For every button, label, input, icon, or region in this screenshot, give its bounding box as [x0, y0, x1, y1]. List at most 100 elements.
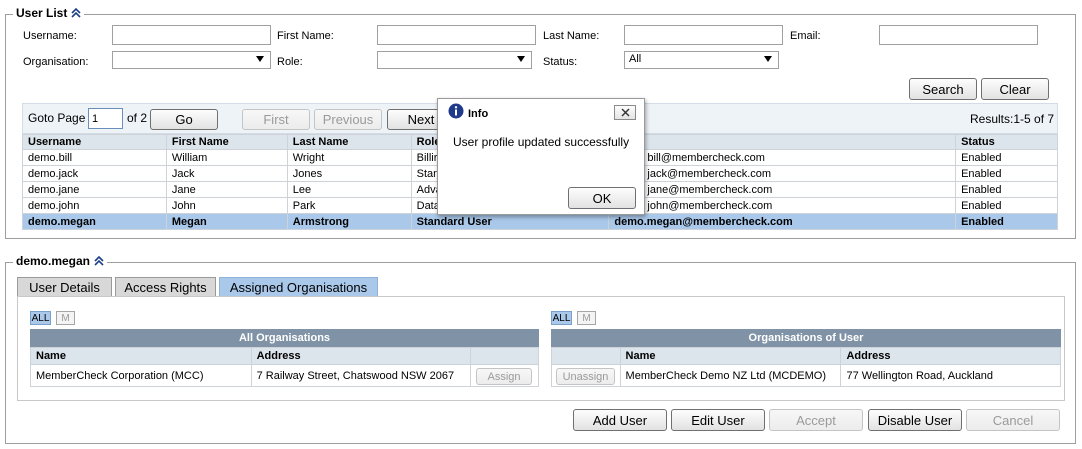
organisation-select[interactable]	[112, 51, 271, 69]
column-header-last-name[interactable]: Last Name	[286, 134, 412, 150]
email-input[interactable]	[879, 25, 1038, 45]
column-header-address[interactable]: Address	[840, 347, 1061, 365]
chevron-down-icon	[517, 56, 525, 62]
cell-org-address: 77 Wellington Road, Auckland	[840, 364, 1061, 387]
organisations-of-user-table: Name Address MemberCheck Demo NZ Ltd (MC…	[551, 347, 1061, 387]
cell-first-name: Megan	[165, 213, 288, 230]
column-header-name[interactable]: Name	[30, 347, 252, 365]
unassign-button[interactable]: Unassign	[556, 368, 615, 385]
tab-assigned-organisations[interactable]: Assigned Organisations	[219, 277, 378, 297]
first-name-label: First Name:	[277, 30, 334, 42]
table-row-selected[interactable]: demo.megan Megan Armstrong Standard User…	[22, 213, 1058, 230]
column-header-name[interactable]: Name	[619, 347, 842, 365]
select-mode-toggle[interactable]: M	[577, 311, 596, 325]
username-label: Username:	[23, 30, 77, 42]
username-input[interactable]	[112, 25, 271, 45]
column-header-username[interactable]: Username	[22, 134, 167, 150]
disable-user-button[interactable]: Disable User	[868, 409, 962, 431]
status-label: Status:	[543, 56, 578, 68]
goto-page-label: Goto Page	[28, 111, 86, 125]
info-icon	[448, 103, 464, 119]
cell-email: bill@membercheck.com	[608, 149, 957, 166]
cell-last-name: Park	[286, 197, 412, 214]
page-count-label: of 2	[127, 111, 148, 125]
info-dialog: Info User profile updated successfully O…	[437, 98, 645, 215]
page-number-input[interactable]	[88, 108, 123, 129]
go-button[interactable]: Go	[150, 109, 218, 130]
cell-role: Standard User	[410, 213, 610, 230]
cell-first-name: Jack	[165, 165, 288, 182]
accept-button[interactable]: Accept	[769, 409, 863, 431]
select-all-toggle[interactable]: ALL	[551, 311, 572, 325]
search-button[interactable]: Search	[909, 78, 977, 100]
cancel-button[interactable]: Cancel	[966, 409, 1060, 431]
collapse-icon[interactable]	[94, 256, 104, 266]
cell-username: demo.jane	[22, 181, 167, 198]
first-page-button[interactable]: First	[242, 109, 310, 130]
column-header-status[interactable]: Status	[955, 134, 1058, 150]
cell-last-name: Wright	[286, 149, 412, 166]
assign-button[interactable]: Assign	[476, 368, 532, 385]
select-mode-toggle[interactable]: M	[56, 311, 75, 325]
results-count: Results:1-5 of 7	[970, 112, 1055, 126]
column-header-address[interactable]: Address	[250, 347, 471, 365]
collapse-icon[interactable]	[71, 8, 81, 18]
first-name-input[interactable]	[377, 25, 536, 45]
table-header-row: Name Address	[551, 347, 1061, 365]
clear-button[interactable]: Clear	[981, 78, 1049, 100]
cell-last-name: Jones	[286, 165, 412, 182]
last-name-label: Last Name:	[543, 30, 600, 42]
user-detail-title: demo.megan	[16, 254, 91, 268]
cell-last-name: Lee	[286, 181, 412, 198]
email-label: Email:	[790, 30, 821, 42]
last-name-input[interactable]	[624, 25, 783, 45]
cell-first-name: Jane	[165, 181, 288, 198]
edit-user-button[interactable]: Edit User	[671, 409, 765, 431]
cell-email: john@membercheck.com	[608, 197, 957, 214]
cell-username: demo.john	[22, 197, 167, 214]
user-list-title: User List	[16, 6, 68, 20]
chevron-down-icon	[256, 56, 264, 62]
tab-user-details[interactable]: User Details	[17, 277, 112, 297]
cell-org-name: MemberCheck Corporation (MCC)	[30, 364, 252, 387]
role-select[interactable]	[377, 51, 532, 69]
tab-access-rights[interactable]: Access Rights	[115, 277, 216, 297]
dialog-message: User profile updated successfully	[453, 135, 630, 149]
column-header-action	[551, 347, 621, 365]
cell-first-name: John	[165, 197, 288, 214]
column-header-first-name[interactable]: First Name	[165, 134, 288, 150]
cell-email: jane@membercheck.com	[608, 181, 957, 198]
cell-org-address: 7 Railway Street, Chatswood NSW 2067	[250, 364, 471, 387]
previous-page-button[interactable]: Previous	[314, 109, 382, 130]
close-icon	[621, 108, 629, 117]
cell-email: demo.megan@membercheck.com	[608, 213, 957, 230]
column-header-email[interactable]	[608, 134, 957, 150]
status-select[interactable]: All	[624, 51, 779, 69]
ok-button[interactable]: OK	[568, 187, 636, 209]
column-header-action	[469, 347, 539, 365]
cell-status: Enabled	[955, 181, 1058, 198]
cell-username: demo.bill	[22, 149, 167, 166]
cell-email: jack@membercheck.com	[608, 165, 957, 182]
table-row[interactable]: MemberCheck Demo NZ Ltd (MCDEMO) 77 Well…	[551, 364, 1061, 387]
dialog-close-button[interactable]	[614, 105, 636, 120]
table-row[interactable]: MemberCheck Corporation (MCC) 7 Railway …	[30, 364, 539, 387]
all-organisations-table: Name Address MemberCheck Corporation (MC…	[30, 347, 539, 387]
cell-org-name: MemberCheck Demo NZ Ltd (MCDEMO)	[619, 364, 842, 387]
cell-status: Enabled	[955, 165, 1058, 182]
user-detail-legend: demo.megan	[13, 254, 108, 268]
select-all-toggle[interactable]: ALL	[30, 311, 51, 325]
cell-username: demo.megan	[22, 213, 167, 230]
status-select-value: All	[629, 53, 642, 65]
organisations-of-user-header: Organisations of User	[551, 329, 1061, 347]
add-user-button[interactable]: Add User	[573, 409, 667, 431]
dialog-title: Info	[468, 108, 489, 120]
cell-status: Enabled	[955, 197, 1058, 214]
table-header-row: Name Address	[30, 347, 539, 365]
role-label: Role:	[277, 56, 303, 68]
organisation-label: Organisation:	[23, 56, 89, 68]
cell-username: demo.jack	[22, 165, 167, 182]
cell-first-name: William	[165, 149, 288, 166]
cell-last-name: Armstrong	[286, 213, 412, 230]
chevron-down-icon	[764, 56, 772, 62]
